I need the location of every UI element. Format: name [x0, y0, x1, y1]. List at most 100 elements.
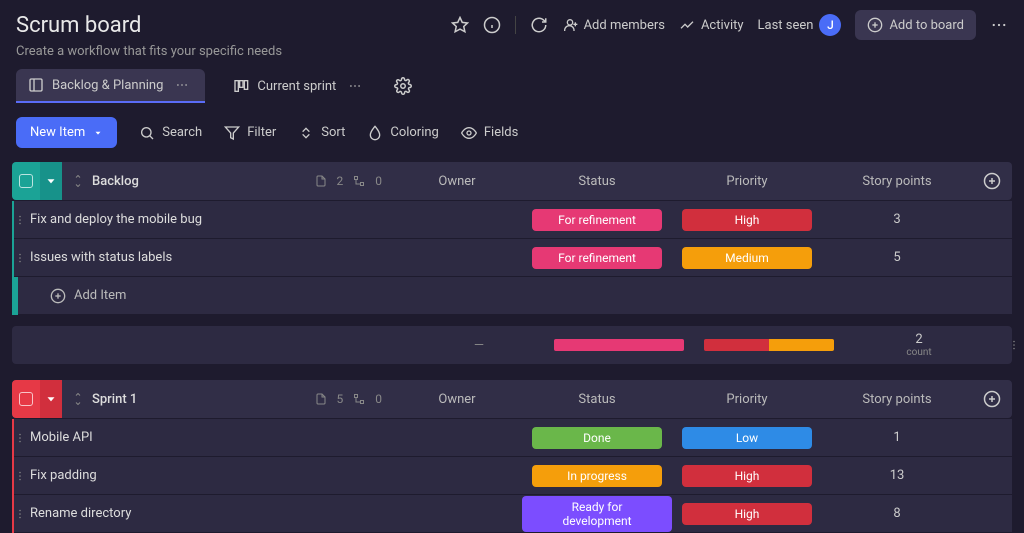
column-owner[interactable]: Owner	[392, 174, 522, 189]
summary-priority-bar[interactable]	[694, 339, 844, 351]
chevron-down-icon	[44, 174, 58, 188]
star-icon[interactable]	[451, 16, 469, 34]
row-menu-icon[interactable]	[14, 432, 26, 444]
summary-more-icon[interactable]	[994, 339, 1024, 351]
board-subtitle: Create a workflow that fits your specifi…	[0, 44, 1024, 69]
doc-count: 5	[337, 392, 344, 406]
doc-count: 2	[337, 174, 344, 188]
group-collapse-toggle[interactable]	[40, 380, 62, 418]
chevron-down-icon	[93, 128, 103, 138]
group-header: Backlog 2 0 Owner Status Priority Story …	[12, 162, 1012, 200]
add-item-row[interactable]: Add Item	[12, 276, 1012, 314]
avatar: J	[819, 14, 841, 36]
group-checkbox[interactable]	[12, 380, 40, 418]
column-priority[interactable]: Priority	[672, 392, 822, 407]
subtask-count: 0	[375, 392, 382, 406]
board-title: Scrum board	[16, 13, 141, 38]
row-title[interactable]: Issues with status labels	[26, 250, 392, 265]
cell-priority[interactable]: High	[672, 209, 822, 231]
add-column-button[interactable]	[972, 390, 1012, 408]
tab-backlog-label: Backlog & Planning	[52, 78, 163, 93]
drag-icon[interactable]	[72, 175, 84, 187]
refresh-icon[interactable]	[530, 16, 548, 34]
cell-priority[interactable]: Medium	[672, 247, 822, 269]
more-icon[interactable]	[990, 16, 1008, 34]
cell-priority[interactable]: High	[672, 465, 822, 487]
last-seen-button[interactable]: Last seen J	[758, 14, 842, 36]
add-to-board-label: Add to board	[889, 18, 964, 33]
tab-current-sprint[interactable]: Current sprint	[221, 70, 378, 102]
group-header: Sprint 1 5 0 Owner Status Priority Story…	[12, 380, 1012, 418]
row-title[interactable]: Fix and deploy the mobile bug	[26, 212, 392, 227]
board-icon	[28, 77, 44, 93]
column-points[interactable]: Story points	[822, 174, 972, 189]
cell-status[interactable]: For refinement	[522, 247, 672, 269]
coloring-button[interactable]: Coloring	[367, 125, 439, 141]
plus-circle-icon	[50, 288, 66, 304]
cell-points[interactable]: 3	[822, 212, 972, 227]
column-status[interactable]: Status	[522, 174, 672, 189]
eye-icon	[461, 125, 477, 141]
column-owner[interactable]: Owner	[392, 392, 522, 407]
table-row[interactable]: Rename directory Ready for development H…	[12, 494, 1012, 532]
coloring-label: Coloring	[390, 125, 439, 140]
search-icon	[139, 125, 155, 141]
cell-status[interactable]: For refinement	[522, 209, 672, 231]
group-collapse-toggle[interactable]	[40, 162, 62, 200]
group-title[interactable]: Backlog	[92, 174, 307, 189]
row-menu-icon[interactable]	[14, 214, 26, 226]
chevron-down-icon	[44, 392, 58, 406]
row-menu-icon[interactable]	[14, 470, 26, 482]
add-to-board-button[interactable]: Add to board	[855, 10, 976, 40]
cell-points[interactable]: 1	[822, 430, 972, 445]
search-label: Search	[162, 125, 202, 140]
tab-more-icon[interactable]	[344, 79, 366, 93]
group-sprint1: Sprint 1 5 0 Owner Status Priority Story…	[12, 380, 1012, 532]
activity-label: Activity	[701, 18, 744, 33]
column-priority[interactable]: Priority	[672, 174, 822, 189]
search-button[interactable]: Search	[139, 125, 202, 141]
subtask-icon	[353, 175, 365, 187]
add-column-button[interactable]	[972, 172, 1012, 190]
group-checkbox[interactable]	[12, 162, 40, 200]
row-title[interactable]: Mobile API	[26, 430, 392, 445]
kanban-icon	[233, 78, 249, 94]
last-seen-label: Last seen	[758, 18, 814, 33]
subtask-count: 0	[375, 174, 382, 188]
table-row[interactable]: Fix padding In progress High 13	[12, 456, 1012, 494]
activity-button[interactable]: Activity	[679, 17, 744, 33]
subtask-icon	[353, 393, 365, 405]
cell-status[interactable]: In progress	[522, 465, 672, 487]
row-menu-icon[interactable]	[14, 252, 26, 264]
sort-icon	[298, 125, 314, 141]
row-title[interactable]: Fix padding	[26, 468, 392, 483]
group-backlog: Backlog 2 0 Owner Status Priority Story …	[12, 162, 1012, 314]
table-row[interactable]: Mobile API Done Low 1	[12, 418, 1012, 456]
tab-more-icon[interactable]	[171, 78, 193, 92]
summary-status-bar[interactable]	[544, 339, 694, 351]
column-status[interactable]: Status	[522, 392, 672, 407]
group-title[interactable]: Sprint 1	[92, 392, 307, 407]
droplet-icon	[367, 125, 383, 141]
table-row[interactable]: Issues with status labels For refinement…	[12, 238, 1012, 276]
filter-button[interactable]: Filter	[224, 125, 276, 141]
sort-button[interactable]: Sort	[298, 125, 345, 141]
add-members-button[interactable]: Add members	[562, 17, 665, 33]
tab-sprint-label: Current sprint	[257, 79, 336, 94]
cell-status[interactable]: Done	[522, 427, 672, 449]
tab-backlog-planning[interactable]: Backlog & Planning	[16, 69, 205, 103]
filter-label: Filter	[247, 125, 276, 140]
table-row[interactable]: Fix and deploy the mobile bug For refine…	[12, 200, 1012, 238]
cell-priority[interactable]: Low	[672, 427, 822, 449]
doc-icon	[315, 393, 327, 405]
cell-points[interactable]: 13	[822, 468, 972, 483]
summary-points: 2 count	[844, 332, 994, 358]
info-icon[interactable]	[483, 16, 501, 34]
fields-label: Fields	[484, 125, 518, 140]
column-points[interactable]: Story points	[822, 392, 972, 407]
drag-icon[interactable]	[72, 393, 84, 405]
new-item-button[interactable]: New Item	[16, 117, 117, 148]
fields-button[interactable]: Fields	[461, 125, 518, 141]
settings-icon[interactable]	[394, 77, 412, 95]
cell-points[interactable]: 5	[822, 250, 972, 265]
